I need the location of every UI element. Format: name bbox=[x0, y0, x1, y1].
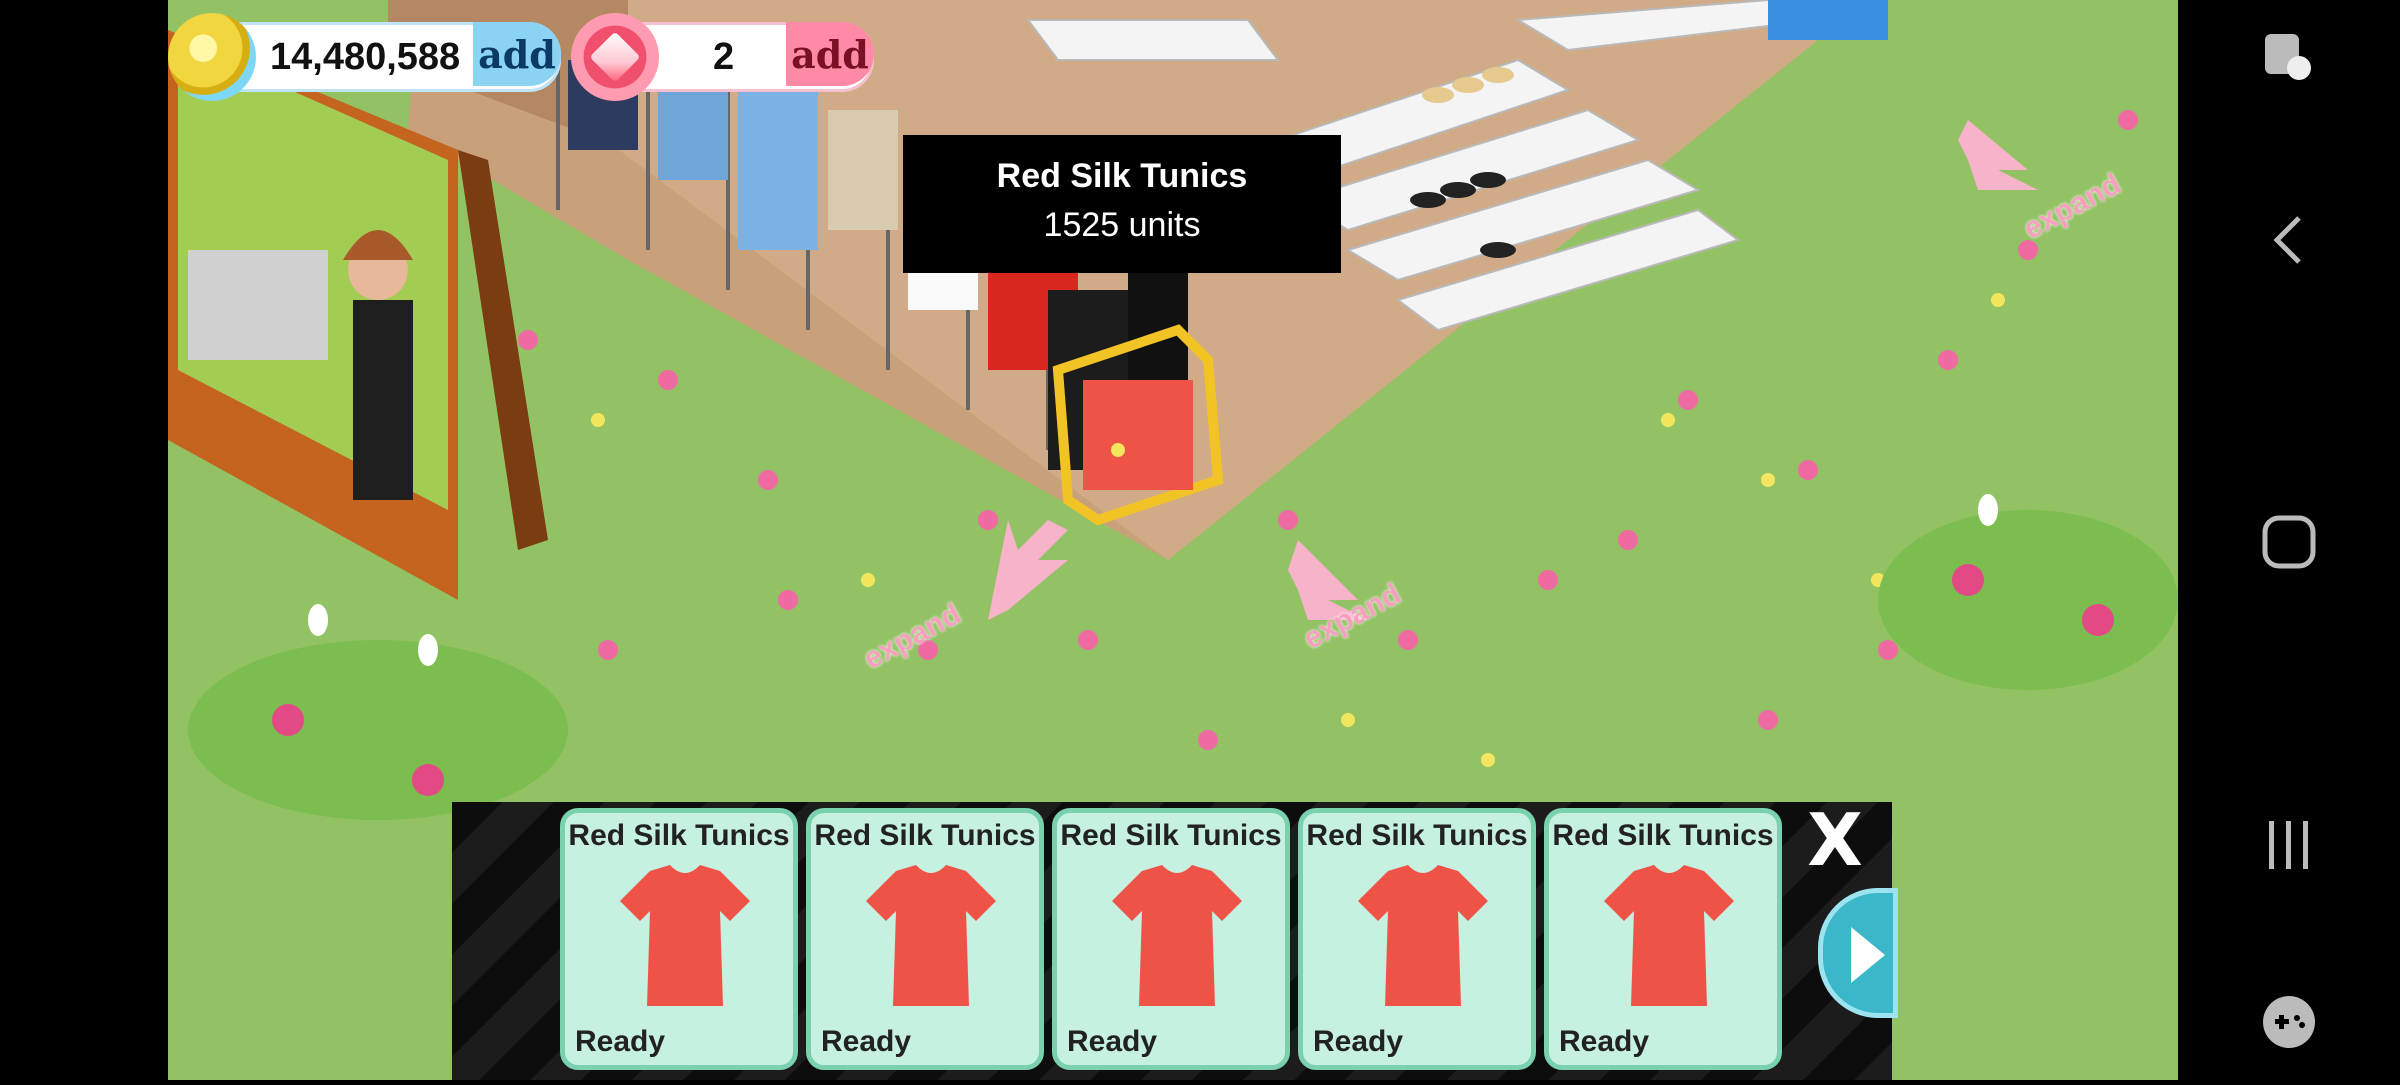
tunic-icon bbox=[620, 865, 750, 1006]
close-tray-button[interactable]: X bbox=[1795, 804, 1875, 876]
tunic-icon bbox=[1604, 865, 1734, 1006]
tray-card[interactable]: Red Silk Tunics Ready bbox=[806, 808, 1044, 1070]
tray-card-name: Red Silk Tunics bbox=[1552, 819, 1774, 852]
tray-card-status: Ready bbox=[575, 1025, 666, 1058]
tray-card[interactable]: Red Silk Tunics Ready bbox=[1544, 808, 1782, 1070]
coin-balance: 14,480,588 bbox=[270, 35, 461, 78]
tooltip-item-name: Red Silk Tunics bbox=[996, 157, 1248, 195]
back-icon[interactable] bbox=[2269, 210, 2309, 275]
screen-tools-icon[interactable] bbox=[2259, 28, 2319, 93]
tray-card[interactable]: Red Silk Tunics Ready bbox=[1298, 808, 1536, 1070]
coin-counter: 14,480,588 add bbox=[168, 13, 561, 101]
tooltip-units: 1525 units bbox=[1043, 206, 1201, 244]
tray-card-status: Ready bbox=[1559, 1025, 1650, 1058]
gem-icon bbox=[571, 13, 659, 101]
tray-card-name: Red Silk Tunics bbox=[568, 819, 790, 852]
tray-card-name: Red Silk Tunics bbox=[814, 819, 1036, 852]
tray-card-status: Ready bbox=[821, 1025, 912, 1058]
gem-balance: 2 bbox=[713, 35, 735, 78]
tray-card-name: Red Silk Tunics bbox=[1306, 819, 1528, 852]
item-tooltip: Red Silk Tunics 1525 units bbox=[903, 135, 1341, 273]
tray-card-status: Ready bbox=[1313, 1025, 1404, 1058]
game-tools-icon[interactable] bbox=[2259, 992, 2319, 1057]
tunic-icon bbox=[866, 865, 996, 1006]
system-nav-bar bbox=[2178, 0, 2400, 1080]
add-coins-button[interactable]: add bbox=[473, 22, 561, 86]
tunic-icon bbox=[1112, 865, 1242, 1006]
tray-card-name: Red Silk Tunics bbox=[1060, 819, 1282, 852]
add-gems-button[interactable]: add bbox=[786, 22, 874, 86]
tunic-icon bbox=[1358, 865, 1488, 1006]
tray-card[interactable]: Red Silk Tunics Ready bbox=[560, 808, 798, 1070]
recent-apps-icon[interactable] bbox=[2259, 815, 2319, 880]
tray-card-status: Ready bbox=[1067, 1025, 1158, 1058]
tray-card[interactable]: Red Silk Tunics Ready bbox=[1052, 808, 1290, 1070]
home-icon[interactable] bbox=[2259, 512, 2319, 577]
coin-icon bbox=[168, 13, 256, 101]
gem-counter: 2 add bbox=[571, 13, 874, 101]
